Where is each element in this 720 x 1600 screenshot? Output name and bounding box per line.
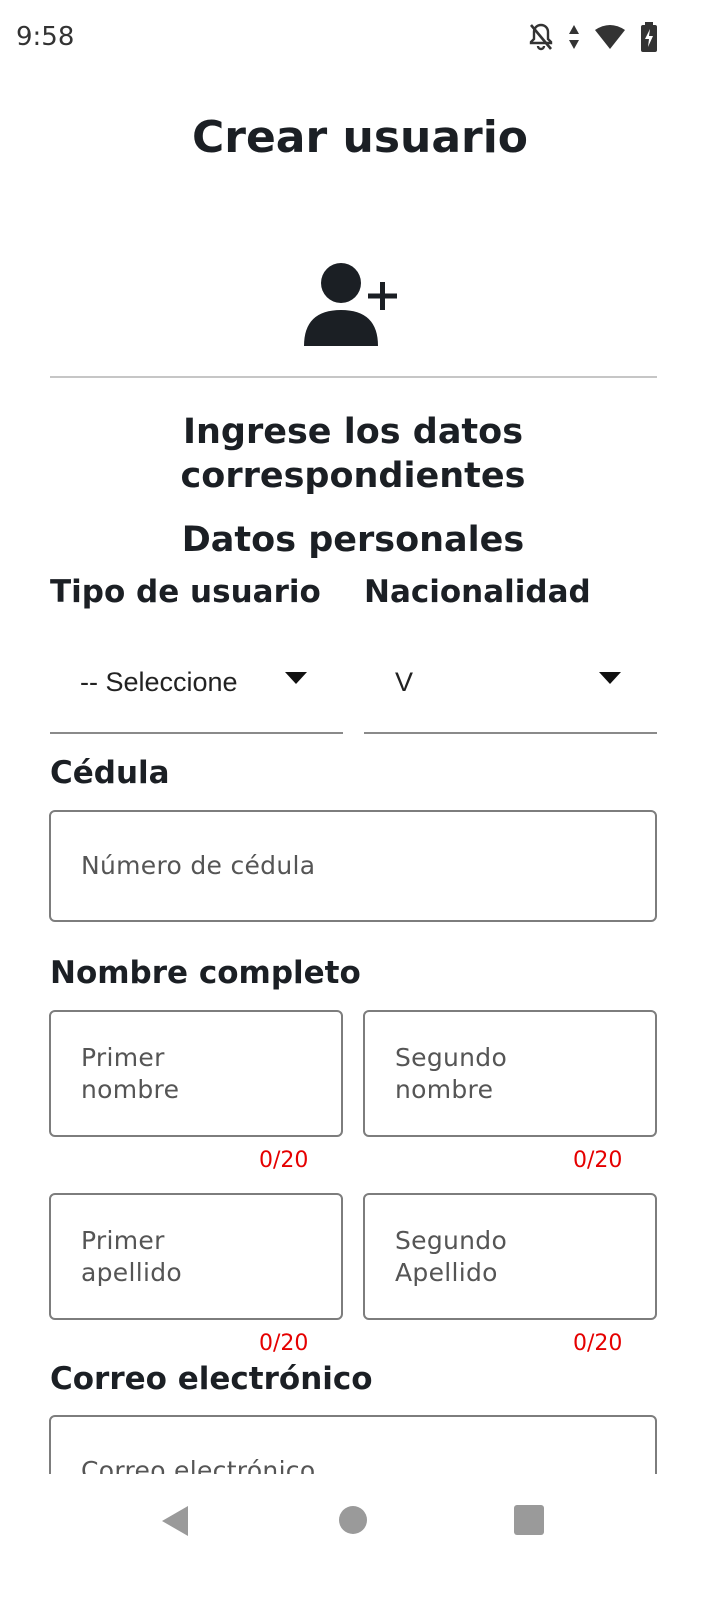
dropdown-arrow-icon <box>285 672 307 684</box>
second-name-input[interactable]: Segundo nombre <box>363 1010 657 1137</box>
navigation-bar <box>0 1474 720 1600</box>
nationality-select[interactable]: V <box>364 642 657 734</box>
dropdown-arrow-icon <box>599 672 621 684</box>
battery-charging-icon <box>640 22 658 52</box>
status-bar: 9:58 <box>0 0 720 76</box>
first-surname-input[interactable]: Primer apellido <box>49 1193 343 1320</box>
first-name-placeholder-1: Primer <box>81 1043 165 1072</box>
second-surname-input[interactable]: Segundo Apellido <box>363 1193 657 1320</box>
home-icon[interactable] <box>339 1506 367 1534</box>
person-add-icon <box>302 262 406 353</box>
second-surname-placeholder-1: Segundo <box>395 1226 508 1255</box>
second-name-placeholder-1: Segundo <box>395 1043 508 1072</box>
intro-text: Ingrese los datos correspondientes <box>0 410 706 498</box>
second-surname-counter: 0/20 <box>573 1331 623 1356</box>
second-name-counter: 0/20 <box>573 1148 623 1173</box>
recents-icon[interactable] <box>514 1505 544 1535</box>
first-name-counter: 0/20 <box>259 1148 309 1173</box>
intro-line-2: correspondientes <box>180 456 526 496</box>
first-name-placeholder-2: nombre <box>81 1075 180 1104</box>
nationality-label: Nacionalidad <box>364 574 591 610</box>
first-surname-placeholder-2: apellido <box>81 1258 182 1287</box>
section-title: Datos personales <box>181 520 525 560</box>
notifications-off-icon <box>528 22 554 52</box>
id-number-input[interactable]: Número de cédula <box>49 810 657 922</box>
id-number-placeholder: Número de cédula <box>81 851 316 880</box>
wifi-icon <box>594 24 626 50</box>
full-name-label: Nombre completo <box>50 955 361 991</box>
user-type-select[interactable]: -- Seleccione <box>50 642 343 734</box>
email-label: Correo electrónico <box>50 1361 373 1397</box>
page-title: Crear usuario <box>191 112 529 163</box>
user-type-label: Tipo de usuario <box>50 574 321 610</box>
intro-line-1: Ingrese los datos <box>182 412 524 452</box>
id-number-label: Cédula <box>50 755 170 791</box>
divider <box>50 376 657 378</box>
second-surname-placeholder-2: Apellido <box>395 1258 498 1287</box>
data-arrows-icon <box>568 23 580 51</box>
first-surname-placeholder-1: Primer <box>81 1226 165 1255</box>
status-icons <box>528 22 658 52</box>
nationality-value: V <box>395 667 414 697</box>
first-name-input[interactable]: Primer nombre <box>49 1010 343 1137</box>
first-surname-counter: 0/20 <box>259 1331 309 1356</box>
user-type-value: -- Seleccione <box>80 667 238 697</box>
status-time: 9:58 <box>16 22 75 52</box>
back-icon[interactable] <box>160 1504 190 1543</box>
second-name-placeholder-2: nombre <box>395 1075 494 1104</box>
